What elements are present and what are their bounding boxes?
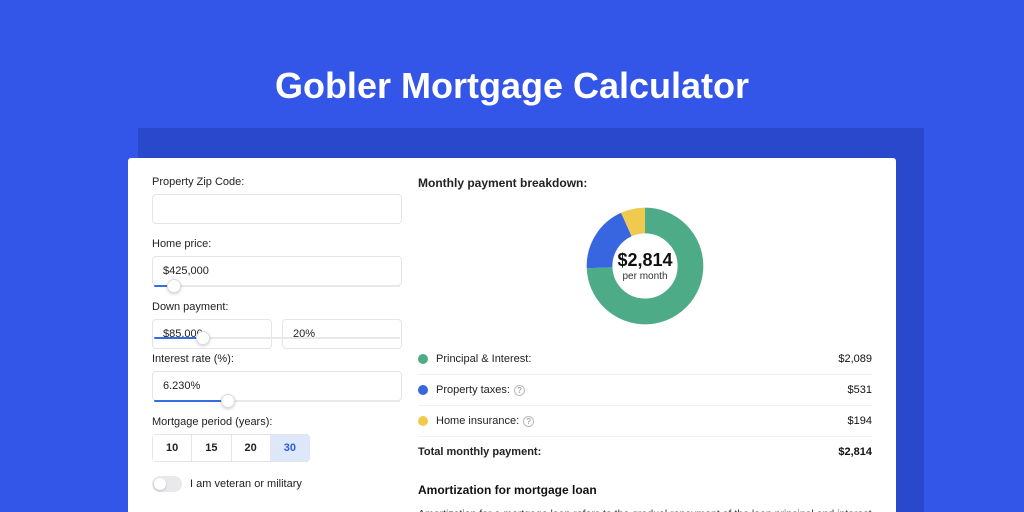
legend-label: Principal & Interest:	[436, 353, 838, 365]
amortization-text: Amortization for a mortgage loan refers …	[418, 507, 872, 512]
term-button-20[interactable]: 20	[231, 434, 270, 462]
legend-total-row: Total monthly payment: $2,814	[418, 436, 872, 467]
legend-row: Principal & Interest:$2,089	[418, 344, 872, 375]
interest-rate-field: Interest rate (%):	[152, 353, 402, 402]
term-button-30[interactable]: 30	[270, 434, 310, 462]
zip-field: Property Zip Code:	[152, 176, 402, 224]
donut-center: $2,814 per month	[585, 206, 705, 326]
down-payment-field	[152, 319, 272, 349]
breakdown-panel: Monthly payment breakdown: $2,814 per mo…	[402, 176, 872, 512]
legend-dot	[418, 385, 428, 395]
down-payment-slider[interactable]	[154, 337, 400, 339]
down-payment-pct-input[interactable]	[282, 319, 402, 349]
info-icon[interactable]: ?	[523, 416, 534, 427]
term-buttons: 10152030	[152, 434, 310, 462]
zip-label: Property Zip Code:	[152, 176, 402, 188]
legend-dot	[418, 354, 428, 364]
zip-input[interactable]	[152, 194, 402, 224]
interest-rate-slider-thumb[interactable]	[221, 394, 235, 408]
home-price-slider[interactable]	[154, 285, 400, 287]
home-price-label: Home price:	[152, 238, 402, 250]
down-payment-slider-thumb[interactable]	[196, 331, 210, 345]
legend-row: Home insurance:?$194	[418, 406, 872, 436]
legend-label: Home insurance:?	[436, 415, 848, 427]
legend-value: $531	[848, 384, 872, 396]
interest-rate-label: Interest rate (%):	[152, 353, 402, 365]
interest-rate-slider[interactable]	[154, 400, 400, 402]
legend-total-value: $2,814	[838, 446, 872, 458]
breakdown-title: Monthly payment breakdown:	[418, 176, 872, 190]
veteran-toggle[interactable]	[152, 476, 182, 492]
veteran-label: I am veteran or military	[190, 478, 302, 490]
page-title: Gobler Mortgage Calculator	[0, 0, 1024, 107]
legend-dot	[418, 416, 428, 426]
donut-amount: $2,814	[617, 250, 672, 271]
legend-label: Property taxes:?	[436, 384, 848, 396]
legend-row: Property taxes:?$531	[418, 375, 872, 406]
calculator-card: Property Zip Code: Home price: Down paym…	[128, 158, 896, 512]
input-panel: Property Zip Code: Home price: Down paym…	[152, 176, 402, 512]
toggle-knob	[154, 478, 166, 490]
amortization-title: Amortization for mortgage loan	[418, 483, 872, 497]
legend-value: $194	[848, 415, 872, 427]
donut-sublabel: per month	[622, 271, 667, 282]
term-button-10[interactable]: 10	[152, 434, 191, 462]
home-price-slider-thumb[interactable]	[167, 279, 181, 293]
term-field: Mortgage period (years): 10152030	[152, 416, 402, 462]
interest-rate-input[interactable]	[152, 371, 402, 401]
payment-donut: $2,814 per month	[585, 206, 705, 326]
down-payment-label: Down payment:	[152, 301, 402, 313]
legend-value: $2,089	[838, 353, 872, 365]
down-payment-pct-field	[282, 319, 402, 349]
info-icon[interactable]: ?	[514, 385, 525, 396]
term-button-15[interactable]: 15	[191, 434, 230, 462]
veteran-row: I am veteran or military	[152, 476, 402, 492]
down-payment-input[interactable]	[152, 319, 272, 349]
legend: Principal & Interest:$2,089Property taxe…	[418, 344, 872, 436]
home-price-field: Home price:	[152, 238, 402, 287]
home-price-input[interactable]	[152, 256, 402, 286]
legend-total-label: Total monthly payment:	[418, 446, 838, 458]
term-label: Mortgage period (years):	[152, 416, 402, 428]
